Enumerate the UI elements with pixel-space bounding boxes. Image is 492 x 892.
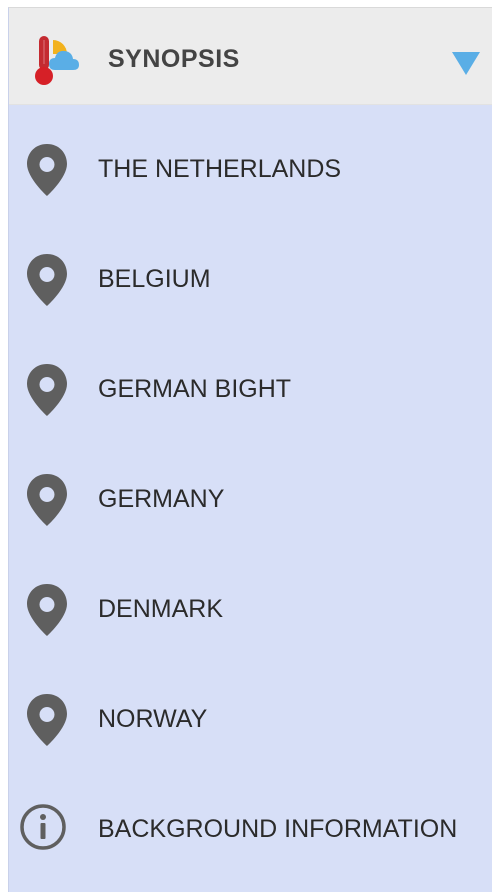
menu-item-label: GERMANY <box>98 485 225 513</box>
weather-thermometer-icon <box>35 36 79 85</box>
menu-item-label: NORWAY <box>98 705 208 733</box>
map-pin-icon <box>27 254 67 306</box>
map-pin-icon <box>27 694 67 746</box>
menu-item-background-information[interactable]: BACKGROUND INFORMATION <box>9 771 492 881</box>
info-icon <box>20 804 66 850</box>
menu-item-norway[interactable]: NORWAY <box>9 661 492 771</box>
menu-item-belgium[interactable]: BELGIUM <box>9 221 492 331</box>
map-pin-icon <box>27 584 67 636</box>
menu-item-german-bight[interactable]: GERMAN BIGHT <box>9 331 492 441</box>
triangle-down-icon[interactable] <box>450 49 482 77</box>
menu-item-the-netherlands[interactable]: THE NETHERLANDS <box>9 111 492 221</box>
menu-item-label: DENMARK <box>98 595 224 623</box>
map-pin-icon <box>27 144 67 196</box>
synopsis-header[interactable]: SYNOPSIS <box>9 8 492 105</box>
menu-item-label: THE NETHERLANDS <box>98 155 342 183</box>
map-pin-icon <box>27 474 67 526</box>
map-pin-icon <box>27 364 67 416</box>
sidebar-menu: SYNOPSIS THE NETHERLANDS BELGIUM GERMAN … <box>8 7 492 892</box>
menu-item-denmark[interactable]: DENMARK <box>9 551 492 661</box>
synopsis-title: SYNOPSIS <box>108 45 240 73</box>
menu-item-label: BACKGROUND INFORMATION <box>98 815 458 843</box>
menu-item-germany[interactable]: GERMANY <box>9 441 492 551</box>
menu-item-label: GERMAN BIGHT <box>98 375 292 403</box>
menu-item-label: BELGIUM <box>98 265 211 293</box>
